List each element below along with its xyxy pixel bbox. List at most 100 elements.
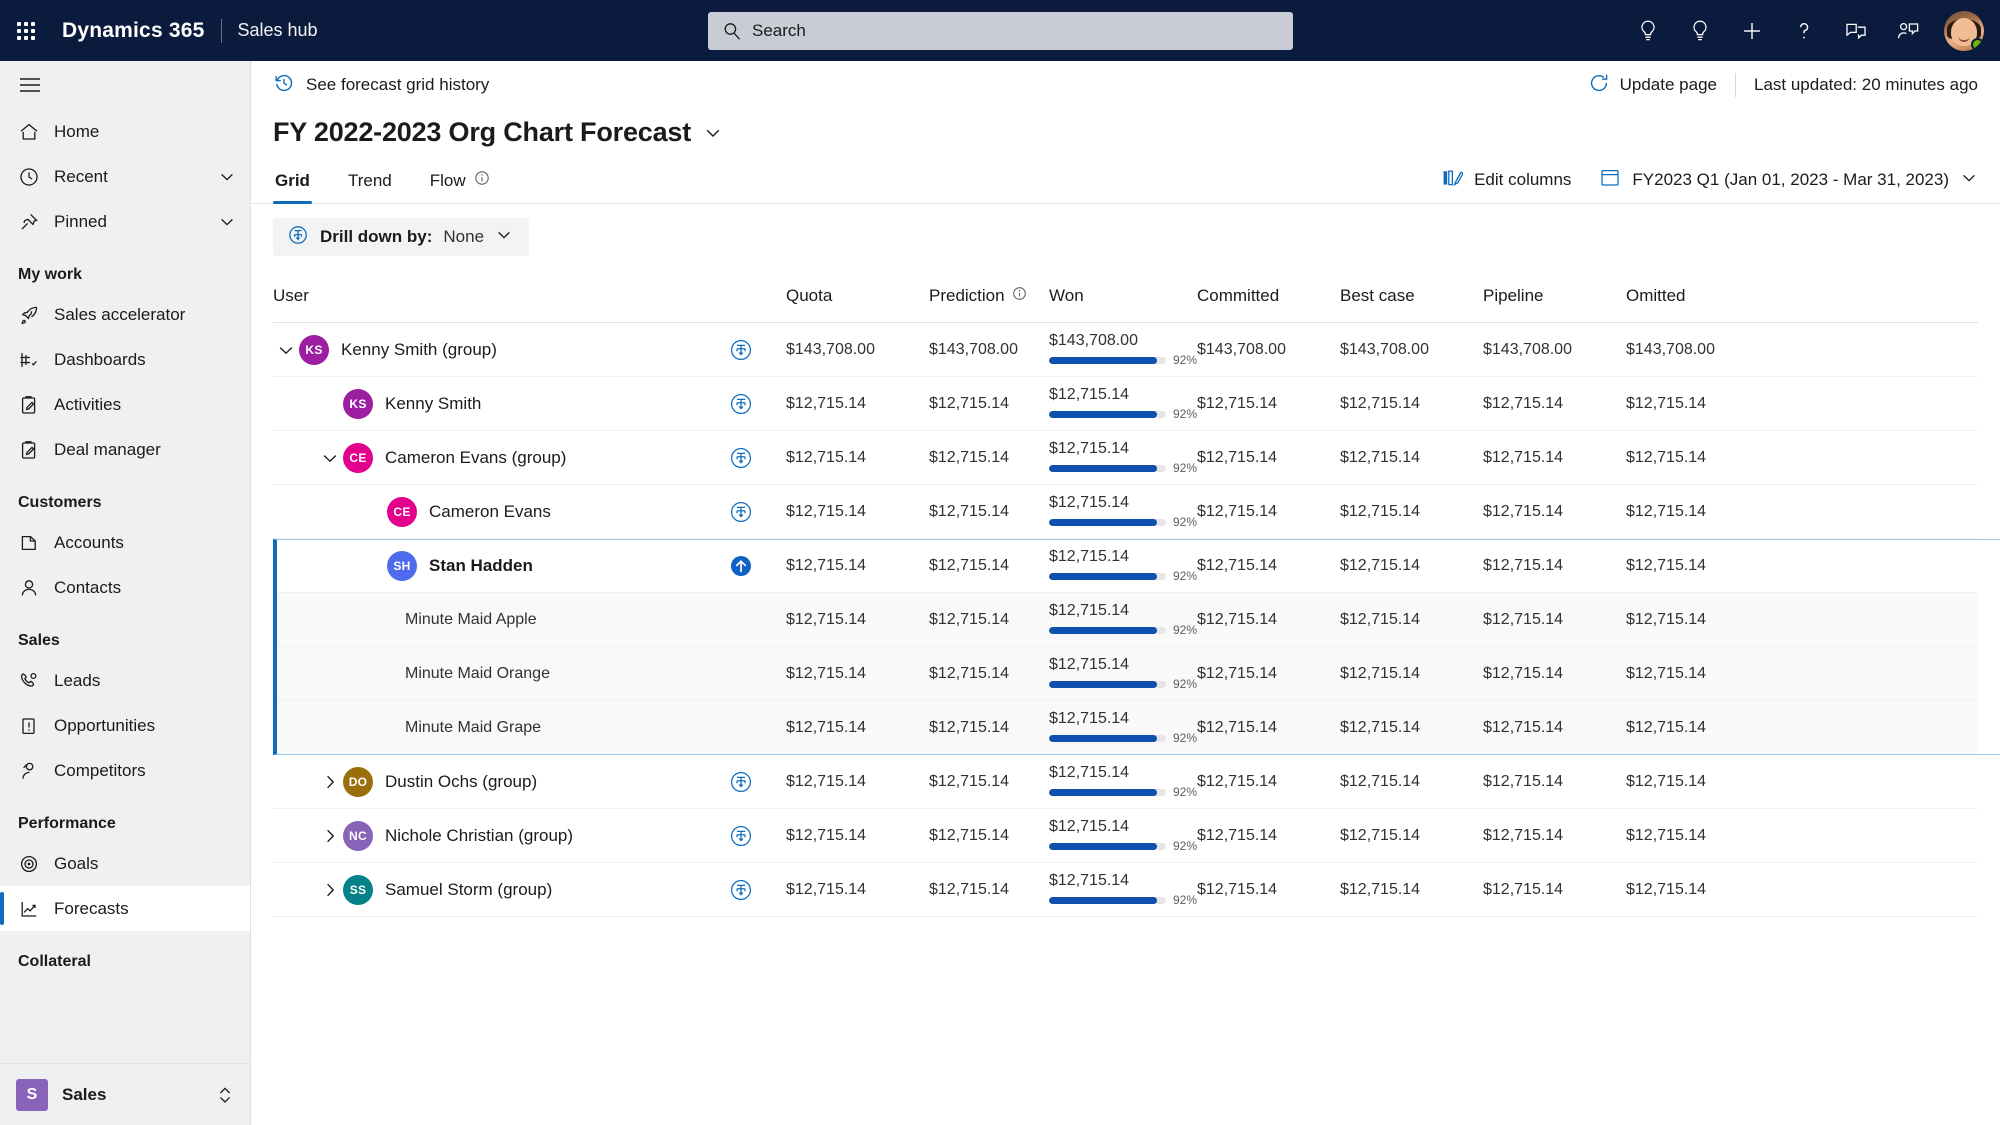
cell-best-case[interactable]: $12,715.14 bbox=[1340, 430, 1483, 485]
see-forecast-grid-history-button[interactable]: See forecast grid history bbox=[273, 72, 489, 99]
cell-omitted[interactable]: $12,715.14 bbox=[1626, 484, 1786, 539]
cell-committed[interactable]: $12,715.14 bbox=[1197, 592, 1340, 647]
app-switcher[interactable]: S Sales bbox=[0, 1063, 250, 1125]
chevron-down-icon[interactable] bbox=[495, 226, 513, 249]
cell-pipeline[interactable]: $12,715.14 bbox=[1483, 376, 1626, 431]
info-icon[interactable] bbox=[1012, 286, 1027, 306]
user-name[interactable]: Kenny Smith bbox=[385, 394, 481, 414]
column-header-prediction[interactable]: Prediction bbox=[929, 272, 1049, 323]
user-avatar[interactable] bbox=[1944, 10, 1984, 51]
drill-down-icon[interactable] bbox=[728, 391, 754, 417]
cell-quota[interactable]: $12,715.14 bbox=[786, 376, 929, 431]
info-icon[interactable] bbox=[474, 170, 490, 191]
period-selector-button[interactable]: FY2023 Q1 (Jan 01, 2023 - Mar 31, 2023) bbox=[1599, 167, 1978, 193]
sidebar-item-home[interactable]: Home bbox=[0, 109, 250, 154]
cell-pipeline[interactable]: $12,715.14 bbox=[1483, 538, 1626, 593]
cell-pipeline[interactable]: $12,715.14 bbox=[1483, 430, 1626, 485]
cell-omitted[interactable]: $12,715.14 bbox=[1626, 538, 1786, 593]
cell-committed[interactable]: $12,715.14 bbox=[1197, 646, 1340, 701]
tab-grid[interactable]: Grid bbox=[273, 171, 312, 204]
chevron-right-icon[interactable] bbox=[317, 769, 343, 795]
cell-omitted[interactable]: $12,715.14 bbox=[1626, 376, 1786, 431]
sidebar-item-deal-manager[interactable]: Deal manager bbox=[0, 427, 250, 472]
table-row[interactable]: CE Cameron Evans $12,715.14 $12,715.14 $12,7… bbox=[273, 484, 1978, 539]
table-row[interactable]: SS Samuel Storm (group) $12,715.14 $12,715.… bbox=[273, 862, 1978, 917]
cell-quota[interactable]: $12,715.14 bbox=[786, 484, 929, 539]
brand-title[interactable]: Dynamics 365 bbox=[52, 19, 205, 43]
nav-toggle-button[interactable] bbox=[0, 61, 250, 109]
cell-won[interactable]: $12,715.14 92% bbox=[1049, 538, 1197, 593]
column-header-best-case[interactable]: Best case bbox=[1340, 272, 1483, 323]
cell-committed[interactable]: $143,708.00 bbox=[1197, 322, 1340, 377]
cell-pipeline[interactable]: $12,715.14 bbox=[1483, 646, 1626, 701]
app-name-label[interactable]: Sales hub bbox=[238, 20, 318, 41]
feedback-icon[interactable] bbox=[1830, 0, 1882, 61]
cell-pipeline[interactable]: $12,715.14 bbox=[1483, 484, 1626, 539]
column-header-committed[interactable]: Committed bbox=[1197, 272, 1340, 323]
cell-won[interactable]: $12,715.14 92% bbox=[1049, 754, 1197, 809]
cell-omitted[interactable]: $12,715.14 bbox=[1626, 700, 1786, 755]
chevron-down-icon[interactable] bbox=[1960, 169, 1978, 192]
cell-prediction[interactable]: $12,715.14 bbox=[929, 862, 1049, 917]
cell-won[interactable]: $12,715.14 92% bbox=[1049, 430, 1197, 485]
user-name[interactable]: Cameron Evans bbox=[429, 502, 551, 522]
drill-down-by-selector[interactable]: Drill down by: None bbox=[273, 218, 530, 256]
column-header-quota[interactable]: Quota bbox=[786, 272, 929, 323]
app-launcher-button[interactable] bbox=[0, 0, 52, 61]
cell-prediction[interactable]: $12,715.14 bbox=[929, 538, 1049, 593]
sidebar-item-contacts[interactable]: Contacts bbox=[0, 565, 250, 610]
cell-committed[interactable]: $12,715.14 bbox=[1197, 700, 1340, 755]
cell-prediction[interactable]: $12,715.14 bbox=[929, 376, 1049, 431]
drill-down-icon[interactable] bbox=[728, 445, 754, 471]
cell-omitted[interactable]: $12,715.14 bbox=[1626, 592, 1786, 647]
cell-best-case[interactable]: $12,715.14 bbox=[1340, 646, 1483, 701]
table-row[interactable]: SH Stan Hadden $12,715.14 $12,715.14 $12,715… bbox=[273, 538, 1978, 593]
cell-pipeline[interactable]: $12,715.14 bbox=[1483, 700, 1626, 755]
tab-flow[interactable]: Flow bbox=[428, 170, 492, 203]
cell-best-case[interactable]: $12,715.14 bbox=[1340, 376, 1483, 431]
cell-quota[interactable]: $143,708.00 bbox=[786, 322, 929, 377]
cell-prediction[interactable]: $12,715.14 bbox=[929, 808, 1049, 863]
cell-quota[interactable]: $12,715.14 bbox=[786, 430, 929, 485]
cell-won[interactable]: $12,715.14 92% bbox=[1049, 484, 1197, 539]
assistant-icon[interactable] bbox=[1882, 0, 1934, 61]
insights-icon[interactable] bbox=[1622, 0, 1674, 61]
cell-quota[interactable]: $12,715.14 bbox=[786, 862, 929, 917]
cell-quota[interactable]: $12,715.14 bbox=[786, 700, 929, 755]
cell-won[interactable]: $12,715.14 92% bbox=[1049, 808, 1197, 863]
cell-pipeline[interactable]: $12,715.14 bbox=[1483, 862, 1626, 917]
drill-down-icon[interactable] bbox=[728, 823, 754, 849]
update-page-button[interactable]: Update page bbox=[1588, 72, 1735, 99]
table-row[interactable]: KS Kenny Smith $12,715.14 $12,715.14 $12,715… bbox=[273, 376, 1978, 431]
cell-pipeline[interactable]: $12,715.14 bbox=[1483, 808, 1626, 863]
cell-omitted[interactable]: $12,715.14 bbox=[1626, 754, 1786, 809]
cell-won[interactable]: $12,715.14 92% bbox=[1049, 700, 1197, 755]
cell-prediction[interactable]: $12,715.14 bbox=[929, 754, 1049, 809]
opportunity-name[interactable]: Minute Maid Grape bbox=[405, 719, 541, 737]
table-row[interactable]: CE Cameron Evans (group) $12,715.14 $12,715… bbox=[273, 430, 1978, 485]
column-header-pipeline[interactable]: Pipeline bbox=[1483, 272, 1626, 323]
user-name[interactable]: Kenny Smith (group) bbox=[341, 340, 497, 360]
user-name[interactable]: Cameron Evans (group) bbox=[385, 448, 566, 468]
cell-won[interactable]: $12,715.14 92% bbox=[1049, 376, 1197, 431]
opportunity-name[interactable]: Minute Maid Orange bbox=[405, 665, 550, 683]
cell-best-case[interactable]: $12,715.14 bbox=[1340, 862, 1483, 917]
cell-won[interactable]: $143,708.00 92% bbox=[1049, 322, 1197, 377]
edit-columns-button[interactable]: Edit columns bbox=[1441, 168, 1571, 193]
cell-committed[interactable]: $12,715.14 bbox=[1197, 538, 1340, 593]
cell-prediction[interactable]: $12,715.14 bbox=[929, 592, 1049, 647]
drill-up-icon[interactable] bbox=[728, 553, 754, 579]
cell-won[interactable]: $12,715.14 92% bbox=[1049, 592, 1197, 647]
user-name[interactable]: Stan Hadden bbox=[429, 556, 533, 576]
cell-pipeline[interactable]: $143,708.00 bbox=[1483, 322, 1626, 377]
cell-omitted[interactable]: $12,715.14 bbox=[1626, 808, 1786, 863]
cell-best-case[interactable]: $12,715.14 bbox=[1340, 808, 1483, 863]
cell-committed[interactable]: $12,715.14 bbox=[1197, 862, 1340, 917]
cell-best-case[interactable]: $12,715.14 bbox=[1340, 484, 1483, 539]
cell-committed[interactable]: $12,715.14 bbox=[1197, 754, 1340, 809]
cell-quota[interactable]: $12,715.14 bbox=[786, 754, 929, 809]
table-row[interactable]: DO Dustin Ochs (group) $12,715.14 $12,715.1… bbox=[273, 754, 1978, 809]
cell-best-case[interactable]: $12,715.14 bbox=[1340, 754, 1483, 809]
cell-best-case[interactable]: $143,708.00 bbox=[1340, 322, 1483, 377]
table-row[interactable]: Minute Maid Apple $12,715.14 $12,715.14 $12… bbox=[273, 592, 1978, 647]
